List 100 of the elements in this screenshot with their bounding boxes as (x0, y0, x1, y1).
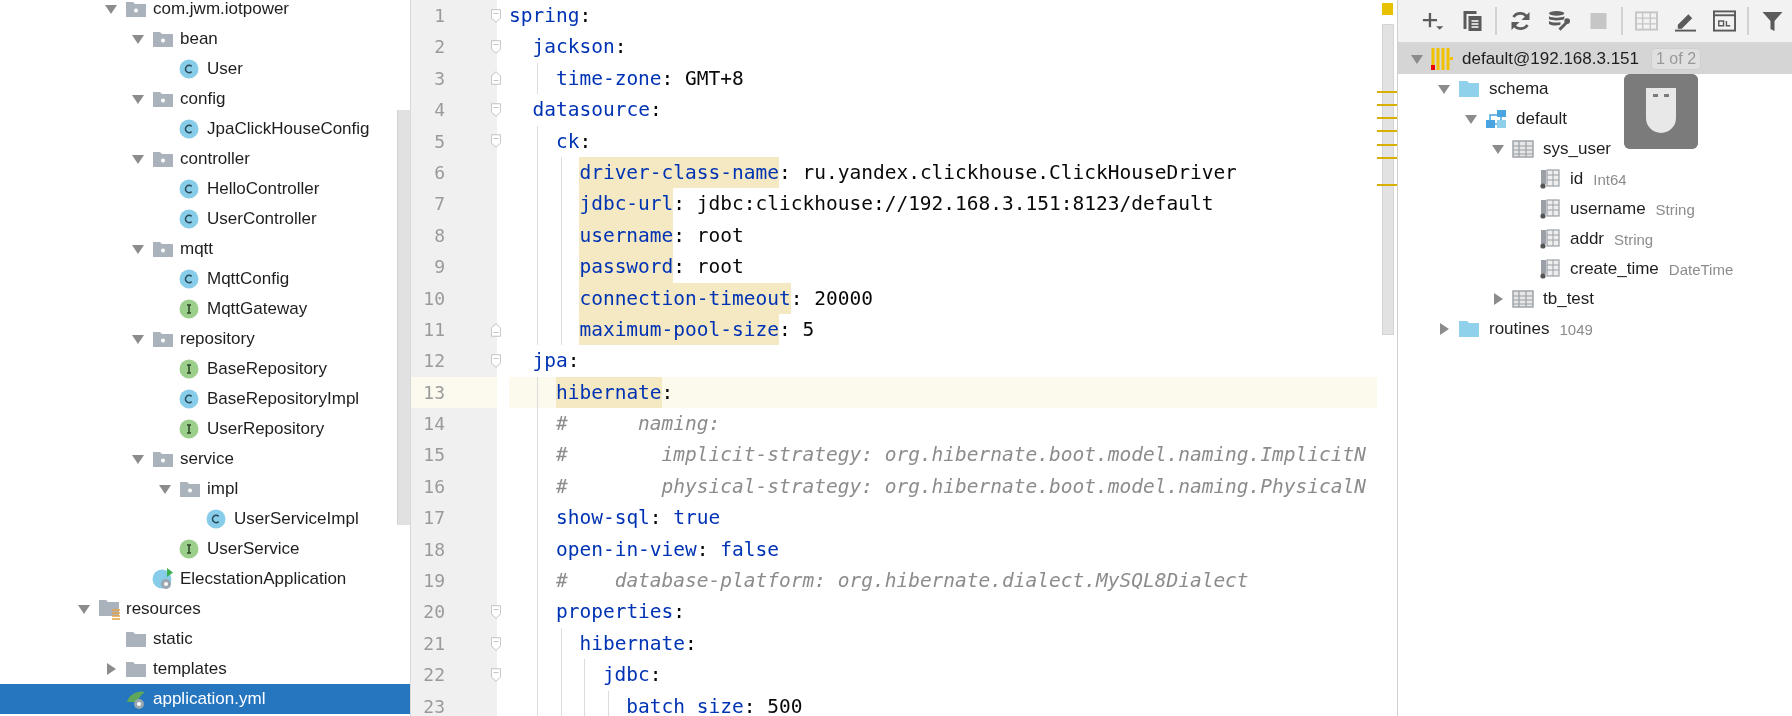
tree-item[interactable]: BaseRepositoryImpl (0, 384, 397, 414)
tree-item[interactable]: User (0, 54, 397, 84)
column-icon (1539, 199, 1561, 219)
triangle-down-icon[interactable] (105, 3, 117, 15)
yaml-value: : (649, 97, 662, 124)
triangle-down-icon[interactable] (132, 243, 144, 255)
item-count: 1049 (1559, 320, 1593, 338)
tree-item[interactable]: MqttGateway (0, 294, 397, 324)
package-folder-icon (152, 90, 174, 108)
triangle-down-icon[interactable] (1465, 113, 1477, 125)
fold-end-icon[interactable] (491, 70, 501, 87)
tree-item[interactable]: application.yml (0, 684, 410, 714)
triangle-down-icon[interactable] (132, 453, 144, 465)
tree-item[interactable]: JpaClickHouseConfig (0, 114, 397, 144)
folder-icon (1458, 80, 1480, 98)
tree-item[interactable]: UserRepository (0, 414, 397, 444)
triangle-down-icon[interactable] (132, 333, 144, 345)
line-number: 20 (411, 596, 497, 628)
tree-item[interactable]: HelloController (0, 174, 397, 204)
line-number: 21 (411, 627, 497, 660)
marker-stripe[interactable] (1377, 183, 1397, 186)
yaml-value: : 5 (779, 316, 815, 343)
tree-item[interactable]: ElecstationApplication (0, 564, 397, 594)
fold-icon[interactable] (491, 7, 501, 24)
tree-item[interactable]: username String (1398, 194, 1792, 224)
tree-item[interactable]: config (0, 84, 397, 114)
schema-icon (1485, 109, 1507, 129)
tree-item[interactable]: templates (0, 654, 397, 684)
triangle-down-icon[interactable] (132, 153, 144, 165)
yaml-key: time-zone (555, 62, 662, 95)
tree-item[interactable]: id Int64 (1398, 164, 1792, 194)
yaml-key: properties (555, 596, 674, 628)
scrollbar-thumb[interactable] (397, 110, 410, 525)
triangle-down-icon[interactable] (132, 93, 144, 105)
tree-item[interactable]: UserController (0, 204, 397, 234)
yaml-key: username (579, 219, 674, 252)
column-icon (1539, 259, 1561, 279)
tree-item[interactable]: default@192.168.3.151 1 of 2 (1398, 44, 1792, 74)
marker-stripe[interactable] (1377, 103, 1397, 106)
triangle-right-icon[interactable] (105, 663, 117, 675)
fold-icon[interactable] (491, 133, 501, 150)
folder-icon (125, 660, 147, 678)
table-icon (1512, 140, 1534, 158)
tree-item[interactable]: com.jwm.iotpower (0, 0, 397, 24)
tree-item[interactable]: bean (0, 24, 397, 54)
tree-item[interactable]: impl (0, 474, 397, 504)
line-number: 6 (411, 156, 497, 189)
yaml-key: batch_size (626, 690, 744, 716)
marker-stripe[interactable] (1377, 143, 1397, 146)
tree-item[interactable]: service (0, 444, 397, 474)
marker-stripe[interactable] (1377, 130, 1397, 133)
triangle-down-icon[interactable] (1492, 143, 1504, 155)
tree-item[interactable]: default (1398, 104, 1792, 134)
tree-item[interactable]: tb_test (1398, 284, 1792, 314)
run-class-icon (152, 568, 176, 590)
yaml-key: jackson (532, 31, 615, 63)
package-folder-icon (179, 480, 201, 498)
tree-item[interactable]: resources (0, 594, 397, 624)
line-number: 8 (411, 219, 497, 252)
fold-end-icon[interactable] (491, 321, 501, 338)
triangle-down-icon[interactable] (1438, 83, 1450, 95)
fold-icon[interactable] (491, 353, 501, 369)
yaml-key: driver-class-name (579, 156, 779, 189)
console-icon (1712, 10, 1736, 32)
tree-item[interactable]: mqtt (0, 234, 397, 264)
fold-icon[interactable] (491, 604, 501, 621)
yaml-key: jdbc (602, 659, 650, 691)
triangle-right-icon[interactable] (1438, 323, 1450, 335)
triangle-down-icon[interactable] (1411, 53, 1423, 65)
triangle-right-icon[interactable] (1492, 293, 1504, 305)
triangle-down-icon[interactable] (159, 483, 171, 495)
line-number: 18 (411, 533, 497, 566)
triangle-down-icon[interactable] (132, 33, 144, 45)
marker-stripe[interactable] (1377, 90, 1397, 93)
tree-item[interactable]: repository (0, 324, 397, 354)
folder-icon (125, 630, 147, 648)
marker-stripe[interactable] (1377, 157, 1397, 159)
marker-stripe[interactable] (1377, 117, 1397, 120)
scrollbar-thumb[interactable] (1382, 24, 1394, 335)
line-number: 4 (411, 94, 497, 126)
fold-icon[interactable] (491, 635, 501, 652)
tree-item[interactable]: routines 1049 (1398, 314, 1792, 344)
tree-item[interactable]: addr String (1398, 224, 1792, 254)
tree-item[interactable]: sys_user (1398, 134, 1792, 164)
tree-item[interactable]: static (0, 624, 397, 654)
tree-item[interactable]: UserService (0, 534, 397, 564)
tree-item[interactable]: create_time DateTime (1398, 254, 1792, 284)
tree-item[interactable]: MqttConfig (0, 264, 397, 294)
fold-icon[interactable] (491, 666, 501, 683)
yaml-comment: # implicit-strategy: org.hibernate.boot.model.naming.ImplicitN (555, 442, 1366, 469)
fold-icon[interactable] (491, 101, 501, 118)
tree-item[interactable]: UserServiceImpl (0, 504, 397, 534)
column-type: Int64 (1593, 170, 1627, 188)
fold-icon[interactable] (491, 39, 501, 56)
tree-item[interactable]: BaseRepository (0, 354, 397, 384)
triangle-down-icon[interactable] (78, 603, 90, 615)
line-number: 12 (411, 345, 497, 377)
column-type: String (1614, 230, 1654, 248)
tree-item[interactable]: controller (0, 144, 397, 174)
tree-item[interactable]: schema (1398, 74, 1792, 104)
